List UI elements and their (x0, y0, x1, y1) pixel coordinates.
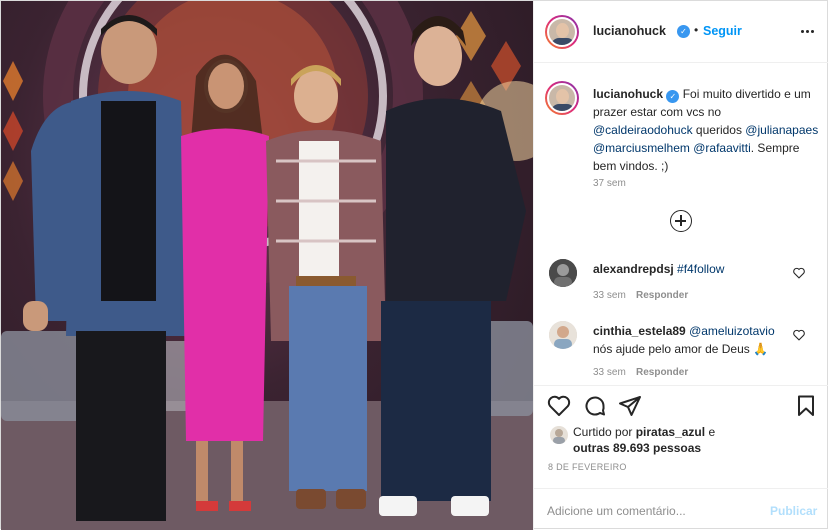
likes-count-link[interactable]: outras 89.693 pessoas (573, 441, 701, 455)
commenter-avatar[interactable] (549, 321, 577, 349)
commenter-avatar-image (549, 259, 577, 287)
caption-mention-caldeirao[interactable]: @caldeiraodohuck (593, 123, 693, 137)
comment-like-heart-icon[interactable] (792, 329, 806, 341)
caption-username[interactable]: lucianohuck (593, 87, 663, 101)
instagram-post: lucianohuck ✓ • Seguir lucianohuck ✓ Foi… (0, 0, 828, 530)
liked-by-username[interactable]: piratas_azul (636, 425, 705, 439)
caption-author-avatar[interactable] (545, 81, 579, 115)
follow-button[interactable]: Seguir (703, 24, 742, 38)
comments-list[interactable]: lucianohuck ✓ Foi muito divertido e um p… (534, 63, 828, 385)
more-options-icon[interactable] (800, 24, 816, 38)
post-header: lucianohuck ✓ • Seguir (534, 1, 828, 63)
comment-icon[interactable] (583, 394, 607, 418)
caption-mention-julianapaes[interactable]: @julianapaes (745, 123, 818, 137)
post-details-panel: lucianohuck ✓ • Seguir lucianohuck ✓ Foi… (533, 1, 828, 530)
caption-text: lucianohuck ✓ Foi muito divertido e um p… (593, 85, 819, 175)
caption-verified-icon: ✓ (666, 90, 680, 103)
comment-timestamp[interactable]: 33 sem (593, 290, 626, 301)
comment-body: nós ajude pelo amor de Deus 🙏 (593, 342, 769, 356)
add-comment-input[interactable] (547, 501, 757, 521)
comment-timestamp[interactable]: 33 sem (593, 367, 626, 378)
caption-timestamp[interactable]: 37 sem (593, 178, 626, 189)
publish-button[interactable]: Publicar (770, 504, 817, 518)
author-avatar-image (547, 17, 577, 47)
author-username[interactable]: lucianohuck (593, 24, 666, 38)
comment-username[interactable]: alexandrepdsj (593, 262, 674, 276)
liked-by-avatar[interactable] (550, 426, 568, 444)
post-photo-illustration (1, 1, 533, 530)
header-separator: • (694, 23, 699, 37)
comment-text: alexandrepdsj #f4follow (593, 260, 793, 278)
comment-like-heart-icon[interactable] (792, 267, 806, 279)
commenter-avatar-image (549, 321, 577, 349)
comment-reply-button[interactable]: Responder (636, 367, 688, 378)
save-bookmark-icon[interactable] (794, 394, 818, 418)
post-actions-section: Curtido por piratas_azul e outras 89.693… (534, 385, 828, 530)
share-paper-plane-icon[interactable] (618, 394, 642, 418)
post-date[interactable]: 8 DE FEVEREIRO (548, 462, 627, 472)
comment-hashtag[interactable]: #f4follow (677, 262, 724, 276)
comment-mention[interactable]: @ameluizotavio (689, 324, 775, 338)
like-heart-icon[interactable] (547, 394, 571, 418)
caption-text-part-2: queridos (695, 123, 742, 137)
comment-reply-button[interactable]: Responder (636, 290, 688, 301)
caption-mention-rafaavitti[interactable]: @rafaavitti (693, 141, 751, 155)
author-avatar[interactable] (545, 15, 579, 49)
commenter-avatar[interactable] (549, 259, 577, 287)
likes-summary: Curtido por piratas_azul e outras 89.693… (573, 424, 813, 456)
post-photo[interactable] (1, 1, 533, 530)
add-comment-bar: Publicar (534, 488, 828, 531)
liked-by-avatar-image (553, 429, 565, 444)
verified-badge-icon: ✓ (677, 25, 690, 38)
comment-text: cinthia_estela89 @ameluizotavio nós ajud… (593, 322, 793, 358)
comment-username[interactable]: cinthia_estela89 (593, 324, 686, 338)
caption-author-avatar-image (547, 83, 577, 113)
likes-prefix: Curtido por (573, 425, 633, 439)
load-more-comments-plus-circle-icon[interactable] (670, 210, 692, 232)
caption-mention-marciusmelhem[interactable]: @marciusmelhem (593, 141, 690, 155)
likes-conjunction: e (708, 425, 716, 439)
